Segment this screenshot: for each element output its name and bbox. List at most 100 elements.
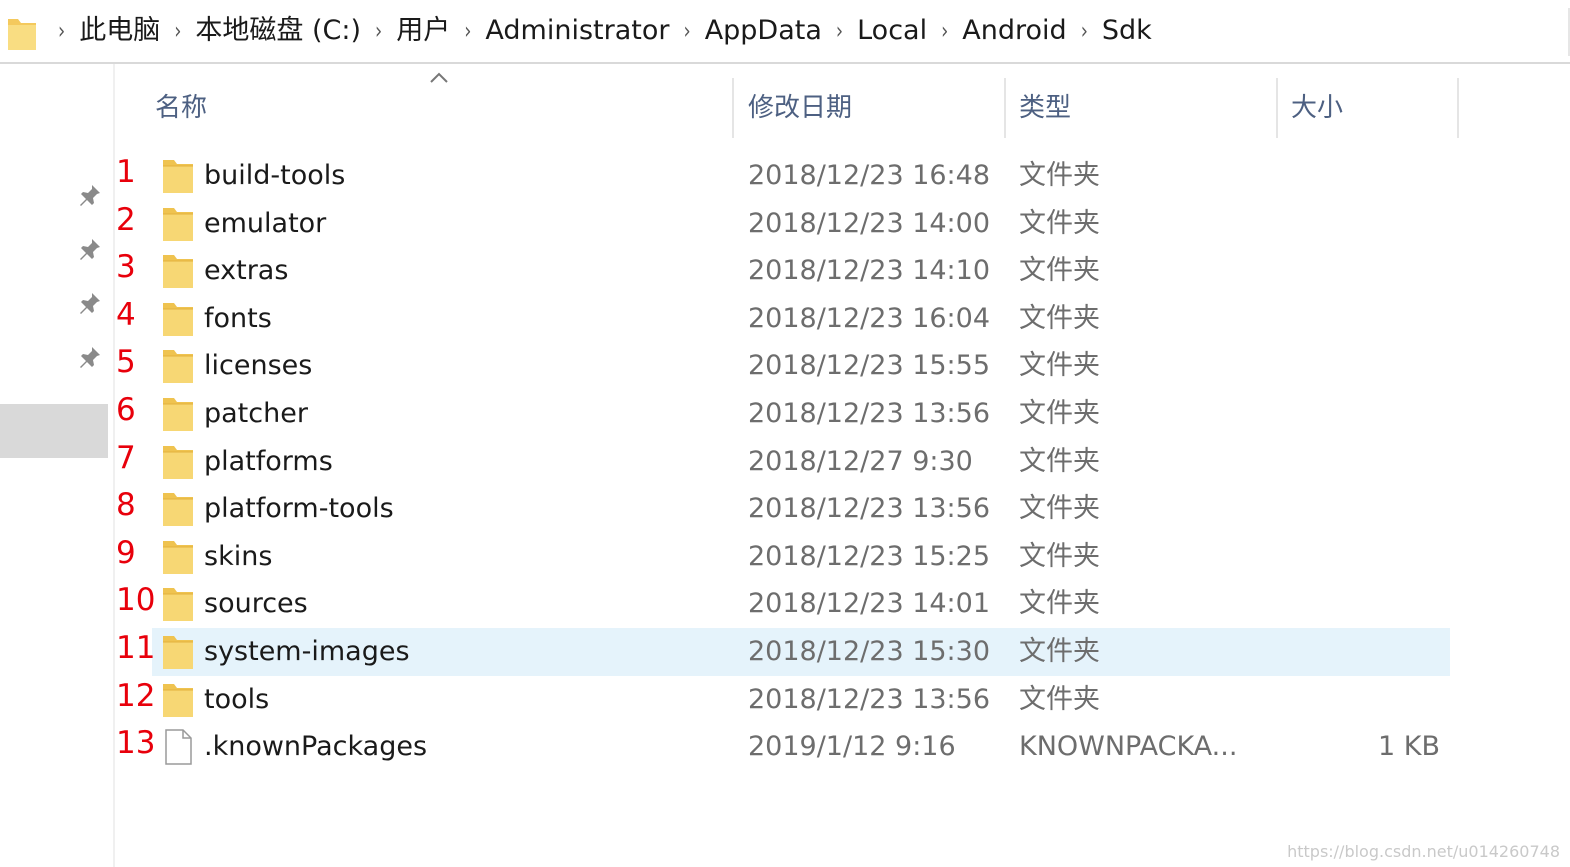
file-name: platforms <box>204 446 333 477</box>
file-type: KNOWNPACKA... <box>1019 731 1238 762</box>
folder-icon <box>163 398 193 431</box>
pane-divider[interactable] <box>113 64 115 867</box>
file-type: 文件夹 <box>1019 398 1100 429</box>
file-type: 文件夹 <box>1019 255 1100 286</box>
file-icon <box>165 729 192 765</box>
row-index-label: 8 <box>116 487 136 523</box>
folder-icon <box>163 541 193 574</box>
row-index-label: 12 <box>116 678 156 714</box>
breadcrumb-item[interactable]: AppData <box>705 0 822 62</box>
breadcrumb-item[interactable]: Sdk <box>1102 0 1152 62</box>
folder-icon <box>163 303 193 336</box>
folder-icon <box>163 684 193 717</box>
file-name: emulator <box>204 208 327 239</box>
file-date: 2018/12/23 16:48 <box>748 160 991 191</box>
row-index-label: 1 <box>116 154 136 190</box>
column-divider[interactable] <box>732 78 734 138</box>
folder-icon <box>8 19 36 50</box>
file-type: 文件夹 <box>1019 208 1100 239</box>
folder-icon <box>163 636 193 669</box>
file-type: 文件夹 <box>1019 541 1100 572</box>
file-type: 文件夹 <box>1019 446 1100 477</box>
row-index-label: 4 <box>116 297 136 333</box>
watermark: https://blog.csdn.net/u014260748 <box>1287 842 1560 861</box>
file-type: 文件夹 <box>1019 684 1100 715</box>
column-header-date[interactable]: 修改日期 <box>748 78 852 138</box>
file-name: system-images <box>204 636 410 667</box>
row-index-label: 2 <box>116 202 136 238</box>
breadcrumb-item[interactable]: 用户 <box>396 0 450 62</box>
folder-icon <box>163 350 193 383</box>
file-type: 文件夹 <box>1019 160 1100 191</box>
file-date: 2018/12/23 13:56 <box>748 398 991 429</box>
chevron-right-icon[interactable]: › <box>1081 17 1088 44</box>
file-size: 1 KB <box>1378 731 1440 762</box>
file-date: 2018/12/23 14:00 <box>748 208 991 239</box>
file-type: 文件夹 <box>1019 493 1100 524</box>
column-divider[interactable] <box>1457 78 1459 138</box>
file-name: patcher <box>204 398 308 429</box>
pin-icon[interactable] <box>78 237 102 263</box>
chevron-right-icon[interactable]: › <box>836 17 843 44</box>
row-index-label: 13 <box>116 725 156 761</box>
folder-icon <box>163 160 193 193</box>
folder-icon <box>163 446 193 479</box>
column-divider[interactable] <box>1276 78 1278 138</box>
breadcrumb-item[interactable]: 此电脑 <box>79 0 160 62</box>
file-date: 2018/12/23 13:56 <box>748 684 991 715</box>
file-date: 2018/12/23 15:25 <box>748 541 991 572</box>
row-index-label: 3 <box>116 249 136 285</box>
file-name: skins <box>204 541 273 572</box>
file-date: 2018/12/23 15:55 <box>748 350 991 381</box>
file-name: licenses <box>204 350 313 381</box>
file-name: platform-tools <box>204 493 394 524</box>
file-type: 文件夹 <box>1019 636 1100 667</box>
row-index-label: 5 <box>116 344 136 380</box>
file-date: 2018/12/23 15:30 <box>748 636 991 667</box>
row-index-label: 7 <box>116 440 136 476</box>
file-name: tools <box>204 684 270 715</box>
sort-ascending-icon <box>430 72 448 83</box>
nav-selected-item[interactable] <box>0 404 108 458</box>
folder-icon <box>163 208 193 241</box>
row-index-label: 6 <box>116 392 136 428</box>
row-index-label: 9 <box>116 535 136 571</box>
file-date: 2018/12/23 14:01 <box>748 588 991 619</box>
row-index-label: 10 <box>116 582 156 618</box>
column-header-size[interactable]: 大小 <box>1291 78 1343 138</box>
file-type: 文件夹 <box>1019 588 1100 619</box>
file-name: sources <box>204 588 308 619</box>
breadcrumb: › 此电脑 › 本地磁盘 (C:) › 用户 › Administrator ›… <box>44 0 1152 62</box>
column-header-name[interactable]: 名称 <box>155 78 207 138</box>
breadcrumb-item[interactable]: Local <box>857 0 927 62</box>
file-name: fonts <box>204 303 272 334</box>
folder-icon <box>163 255 193 288</box>
file-date: 2018/12/27 9:30 <box>748 446 973 477</box>
chevron-right-icon[interactable]: › <box>683 17 690 44</box>
chevron-right-icon[interactable]: › <box>58 17 65 44</box>
breadcrumb-item[interactable]: Android <box>962 0 1066 62</box>
chevron-right-icon[interactable]: › <box>464 17 471 44</box>
chevron-right-icon[interactable]: › <box>941 17 948 44</box>
breadcrumb-item[interactable]: Administrator <box>485 0 669 62</box>
file-date: 2018/12/23 16:04 <box>748 303 991 334</box>
row-index-label: 11 <box>116 630 156 666</box>
folder-icon <box>163 493 193 526</box>
file-date: 2018/12/23 14:10 <box>748 255 991 286</box>
column-divider[interactable] <box>1004 78 1006 138</box>
file-name: extras <box>204 255 289 286</box>
file-date: 2019/1/12 9:16 <box>748 731 956 762</box>
file-type: 文件夹 <box>1019 350 1100 381</box>
file-type: 文件夹 <box>1019 303 1100 334</box>
file-date: 2018/12/23 13:56 <box>748 493 991 524</box>
column-header-type[interactable]: 类型 <box>1019 78 1071 138</box>
file-name: .knownPackages <box>204 731 428 762</box>
chevron-right-icon[interactable]: › <box>375 17 382 44</box>
chevron-right-icon[interactable]: › <box>174 17 181 44</box>
breadcrumb-item[interactable]: 本地磁盘 (C:) <box>195 0 361 62</box>
folder-icon <box>163 588 193 621</box>
pin-icon[interactable] <box>78 291 102 317</box>
address-bar[interactable]: › 此电脑 › 本地磁盘 (C:) › 用户 › Administrator ›… <box>0 0 1570 64</box>
pin-icon[interactable] <box>78 183 102 209</box>
pin-icon[interactable] <box>78 345 102 371</box>
